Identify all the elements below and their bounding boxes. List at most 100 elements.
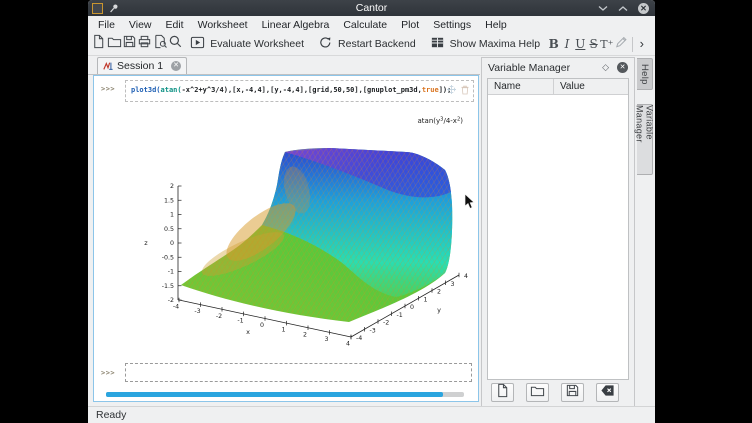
- action-restart-backend[interactable]: Restart Backend: [311, 35, 423, 53]
- move-entry-icon[interactable]: [447, 85, 456, 94]
- variable-manager-panel: Variable Manager ◇ ✕ Name Value: [481, 57, 635, 407]
- tab-close-icon[interactable]: ✕: [171, 61, 181, 71]
- tab-bar: Session 1 ✕: [88, 56, 480, 75]
- y-axis-label: y: [437, 306, 441, 314]
- code-segment: atan(: [161, 86, 182, 94]
- bold-button[interactable]: B: [547, 37, 560, 51]
- y-tick: 1: [424, 296, 428, 303]
- plot3d-result-image: 21.510.50-0.5-1-1.5-2-4-3-2-101234-4-3-2…: [101, 104, 473, 364]
- superscript-button[interactable]: T⁺: [600, 38, 613, 51]
- pin-icon: [109, 3, 119, 14]
- worksheet-view[interactable]: >>> plot3d(atan(-x^2+y^3/4),[x,-4,4],[y,…: [93, 75, 479, 402]
- panel-close-icon[interactable]: ✕: [617, 62, 628, 73]
- restart-icon: [318, 35, 333, 53]
- z-tick: -1.5: [162, 283, 174, 290]
- y-tick: 4: [464, 273, 468, 280]
- status-text: Ready: [96, 409, 126, 421]
- text-color-icon: [614, 34, 629, 54]
- menu-item-calculate[interactable]: Calculate: [336, 19, 394, 31]
- y-tick: 0: [410, 304, 414, 311]
- document-preview-button[interactable]: [153, 34, 168, 54]
- side-tab-variable-manager[interactable]: Variable Manager: [637, 104, 653, 175]
- new-document-button[interactable]: [491, 383, 514, 402]
- progress-fill: [106, 392, 443, 397]
- close-icon[interactable]: ✕: [638, 3, 649, 14]
- menu-item-settings[interactable]: Settings: [426, 19, 478, 31]
- session-icon: [103, 61, 113, 71]
- open-folder-button[interactable]: [106, 34, 121, 54]
- y-tick: 3: [451, 281, 455, 288]
- cantor-app-icon[interactable]: [92, 3, 103, 14]
- command-code[interactable]: plot3d(atan(-x^2+y^3/4),[x,-4,4],[y,-4,4…: [131, 86, 451, 94]
- z-tick: 1.5: [164, 197, 174, 204]
- menu-item-view[interactable]: View: [122, 19, 159, 31]
- title-bar[interactable]: Cantor ✕: [88, 0, 655, 16]
- float-panel-icon[interactable]: ◇: [602, 62, 609, 73]
- print-icon: [137, 34, 152, 54]
- new-document-icon: [91, 34, 106, 54]
- text-color-button[interactable]: [614, 34, 629, 54]
- menu-item-linear-algebra[interactable]: Linear Algebra: [255, 19, 337, 31]
- code-segment: [x,-4,4],[y,-4,4],[grid,50,50],[gnuplot_…: [232, 86, 422, 94]
- z-axis-label: z: [144, 239, 148, 247]
- tab-session-1[interactable]: Session 1 ✕: [97, 57, 187, 74]
- side-tab-help[interactable]: Help: [637, 58, 653, 90]
- command-prompt: >>>: [101, 85, 115, 93]
- code-segment: -x^2+y^3/4),: [182, 86, 233, 94]
- new-document-button[interactable]: [91, 34, 106, 54]
- strikethrough-button[interactable]: S: [587, 37, 600, 51]
- maxima-help-icon: [430, 35, 445, 53]
- search-button[interactable]: [168, 34, 183, 54]
- menu-item-plot[interactable]: Plot: [394, 19, 426, 31]
- action-label: Show Maxima Help: [450, 38, 540, 50]
- menu-bar: FileViewEditWorksheetLinear AlgebraCalcu…: [88, 16, 655, 33]
- clear-button[interactable]: [596, 383, 619, 402]
- open-folder-icon: [107, 34, 122, 54]
- open-folder-button[interactable]: [526, 383, 549, 402]
- column-header-name[interactable]: Name: [488, 79, 554, 94]
- surface-mesh: [181, 148, 452, 322]
- next-command-prompt: >>>: [101, 369, 115, 377]
- maximize-icon[interactable]: [618, 5, 628, 12]
- menu-item-edit[interactable]: Edit: [159, 19, 191, 31]
- action-show-maxima-help[interactable]: Show Maxima Help: [423, 35, 547, 53]
- z-tick: -1: [168, 269, 174, 276]
- variables-table[interactable]: Name Value: [487, 78, 629, 380]
- save-button[interactable]: [561, 383, 584, 402]
- new-document-icon: [495, 383, 510, 403]
- z-tick: 0.5: [164, 226, 174, 233]
- toolbar-overflow-chevron-icon[interactable]: ›: [636, 36, 652, 53]
- y-tick: -2: [383, 320, 389, 327]
- worksheet-progress-bar[interactable]: [106, 392, 464, 397]
- z-tick: -0.5: [162, 254, 174, 261]
- menu-item-file[interactable]: File: [91, 19, 122, 31]
- underline-button[interactable]: U: [574, 37, 587, 51]
- toolbar: Evaluate Worksheet Restart Backend Show Ma…: [88, 33, 655, 56]
- variable-manager-buttons: [491, 383, 619, 402]
- minimize-icon[interactable]: [598, 5, 608, 12]
- menu-item-help[interactable]: Help: [478, 19, 514, 31]
- action-label: Evaluate Worksheet: [210, 38, 304, 50]
- z-tick: 0: [170, 240, 174, 247]
- x-tick: -1: [237, 317, 243, 324]
- save-icon: [565, 383, 580, 403]
- empty-command-entry[interactable]: [125, 363, 472, 382]
- column-header-value[interactable]: Value: [554, 81, 585, 92]
- y-tick: -3: [370, 327, 376, 334]
- delete-entry-icon[interactable]: [461, 85, 469, 95]
- mouse-cursor: [464, 194, 475, 210]
- save-button[interactable]: [122, 34, 137, 54]
- x-tick: -2: [216, 313, 222, 320]
- x-tick: -4: [173, 304, 179, 311]
- x-tick: 3: [324, 336, 328, 343]
- action-evaluate-worksheet[interactable]: Evaluate Worksheet: [183, 35, 311, 53]
- italic-button[interactable]: I: [560, 37, 573, 51]
- plot-title: atan(y3/4-x2): [418, 117, 464, 126]
- save-icon: [122, 34, 137, 54]
- x-tick: 0: [260, 322, 264, 329]
- search-icon: [168, 34, 183, 54]
- menu-item-worksheet[interactable]: Worksheet: [191, 19, 255, 31]
- status-bar: Ready: [88, 406, 655, 423]
- print-button[interactable]: [137, 34, 152, 54]
- variable-manager-title: Variable Manager: [488, 62, 570, 74]
